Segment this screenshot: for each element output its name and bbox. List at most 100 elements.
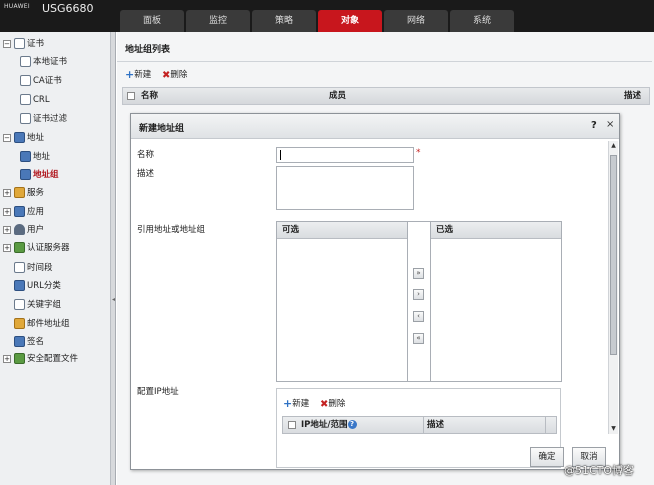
ip-select-all-checkbox[interactable] xyxy=(288,421,296,429)
certificate-icon xyxy=(14,38,25,49)
tab-network[interactable]: 网络 xyxy=(384,10,448,32)
application-icon xyxy=(14,206,25,217)
sidebar-tree: − 证书 本地证书 CA证书 CRL 证书过滤 − 地址 地址 地址组 + 服务 + 应… xyxy=(0,32,111,485)
expand-icon[interactable]: + xyxy=(3,188,11,197)
ip-new-button[interactable]: +新建 xyxy=(283,397,309,410)
column-divider xyxy=(545,417,546,433)
expand-icon[interactable]: + xyxy=(3,207,11,216)
ca-cert-icon xyxy=(20,75,31,86)
sidebar-item-time-range[interactable]: 时间段 xyxy=(14,260,53,276)
page-title: 地址组列表 xyxy=(117,42,652,62)
address-group-icon xyxy=(20,169,31,180)
available-list[interactable]: 可选 xyxy=(276,221,408,382)
collapse-arrow-icon[interactable]: ◂ xyxy=(112,296,115,303)
service-icon xyxy=(14,187,25,198)
scroll-up-icon[interactable]: ▲ xyxy=(609,141,618,151)
add-button[interactable]: › xyxy=(413,289,424,300)
sidebar-item-cert-filter[interactable]: 证书过滤 xyxy=(20,111,67,127)
url-category-icon xyxy=(14,280,25,291)
ip-address-panel: +新建 ✖删除 IP地址/范围? 描述 xyxy=(276,388,561,468)
dialog-title: 新建地址组 xyxy=(139,124,185,134)
sidebar-item-address-group[interactable]: 地址组 xyxy=(20,167,59,183)
sidebar-item-crl[interactable]: CRL xyxy=(20,92,50,108)
sidebar-item-address-sub[interactable]: 地址 xyxy=(20,149,50,165)
dialog-scrollbar[interactable]: ▲ ▼ xyxy=(608,141,618,434)
address-icon xyxy=(14,132,25,143)
help-question-icon[interactable]: ? xyxy=(347,420,357,429)
crl-icon xyxy=(20,94,31,105)
plus-icon: + xyxy=(125,68,135,81)
sidebar-item-service[interactable]: + 服务 xyxy=(3,185,44,201)
expand-icon[interactable]: + xyxy=(3,354,11,363)
sidebar-item-url-category[interactable]: URL分类 xyxy=(14,278,61,294)
dialog-header[interactable]: 新建地址组 ? × xyxy=(131,114,619,139)
sidebar-item-mail-address-group[interactable]: 邮件地址组 xyxy=(14,316,70,332)
column-divider xyxy=(423,417,424,433)
sidebar-item-application[interactable]: + 应用 xyxy=(3,204,44,220)
time-range-icon xyxy=(14,262,25,273)
reference-label: 引用地址或地址组 xyxy=(137,225,206,235)
scroll-thumb[interactable] xyxy=(610,155,617,355)
device-model: USG6680 xyxy=(42,2,94,15)
transfer-buttons: » › ‹ « xyxy=(408,221,430,382)
local-cert-icon xyxy=(20,56,31,67)
sidebar-item-security-profile[interactable]: + 安全配置文件 xyxy=(3,351,78,367)
address-group-table-header: 名称 成员 描述 xyxy=(122,87,650,105)
close-icon[interactable]: × xyxy=(606,119,614,130)
add-all-button[interactable]: » xyxy=(413,268,424,279)
help-icon[interactable]: ? xyxy=(591,120,597,131)
user-icon xyxy=(14,224,25,235)
name-input[interactable] xyxy=(276,147,414,163)
ip-delete-button[interactable]: ✖删除 xyxy=(320,397,345,410)
name-label: 名称 xyxy=(137,150,155,160)
sidebar-item-address[interactable]: − 地址 xyxy=(3,130,44,146)
keyword-group-icon xyxy=(14,299,25,310)
new-address-group-dialog: 新建地址组 ? × 名称 * 描述 引用地址或地址组 可选 » › ‹ « 已选… xyxy=(130,113,620,470)
expand-icon[interactable]: + xyxy=(3,225,11,234)
tab-monitor[interactable]: 监控 xyxy=(186,10,250,32)
list-toolbar: +新建 ✖删除 xyxy=(125,68,195,82)
sidebar-item-ca-cert[interactable]: CA证书 xyxy=(20,73,62,89)
mail-address-group-icon xyxy=(14,318,25,329)
top-bar: HUAWEI USG6680 面板 监控 策略 对象 网络 系统 xyxy=(0,0,654,32)
sidebar-item-user[interactable]: + 用户 xyxy=(3,222,44,238)
selected-list[interactable]: 已选 xyxy=(430,221,562,382)
available-header: 可选 xyxy=(277,222,407,239)
collapse-icon[interactable]: − xyxy=(3,133,11,142)
column-name[interactable]: 名称 xyxy=(141,88,158,104)
sidebar-item-certificate[interactable]: − 证书 xyxy=(3,36,44,52)
tab-system[interactable]: 系统 xyxy=(450,10,514,32)
tab-dashboard[interactable]: 面板 xyxy=(120,10,184,32)
config-ip-label: 配置IP地址 xyxy=(137,387,179,397)
brand-logo: HUAWEI xyxy=(4,3,30,10)
plus-icon: + xyxy=(283,397,293,410)
main-nav-tabs: 面板 监控 策略 对象 网络 系统 xyxy=(120,10,516,32)
cert-filter-icon xyxy=(20,113,31,124)
required-mark: * xyxy=(416,148,421,158)
remove-button[interactable]: ‹ xyxy=(413,311,424,322)
sidebar-item-keyword-group[interactable]: 关键字组 xyxy=(14,297,61,313)
description-textarea[interactable] xyxy=(276,166,414,210)
expand-icon[interactable]: + xyxy=(3,243,11,252)
delete-button[interactable]: ✖删除 xyxy=(162,68,187,83)
sidebar-item-signature[interactable]: 签名 xyxy=(14,334,44,350)
sidebar-item-local-cert[interactable]: 本地证书 xyxy=(20,54,67,70)
description-label: 描述 xyxy=(137,169,155,179)
ip-toolbar: +新建 ✖删除 xyxy=(283,397,353,410)
collapse-icon[interactable]: − xyxy=(3,39,11,48)
sidebar-splitter[interactable] xyxy=(111,32,116,485)
tab-object[interactable]: 对象 xyxy=(318,10,382,32)
column-members[interactable]: 成员 xyxy=(329,88,346,104)
remove-all-button[interactable]: « xyxy=(413,333,424,344)
select-all-checkbox[interactable] xyxy=(127,92,135,100)
tab-policy[interactable]: 策略 xyxy=(252,10,316,32)
column-description[interactable]: 描述 xyxy=(624,88,641,104)
address-item-icon xyxy=(20,151,31,162)
ip-table-header: IP地址/范围? 描述 xyxy=(282,416,557,434)
ok-button[interactable]: 确定 xyxy=(530,447,564,467)
column-ip-description[interactable]: 描述 xyxy=(427,417,444,433)
column-ip-address[interactable]: IP地址/范围? xyxy=(301,417,357,433)
sidebar-item-auth-server[interactable]: + 认证服务器 xyxy=(3,240,70,256)
scroll-down-icon[interactable]: ▼ xyxy=(609,424,618,434)
new-button[interactable]: +新建 xyxy=(125,68,151,82)
